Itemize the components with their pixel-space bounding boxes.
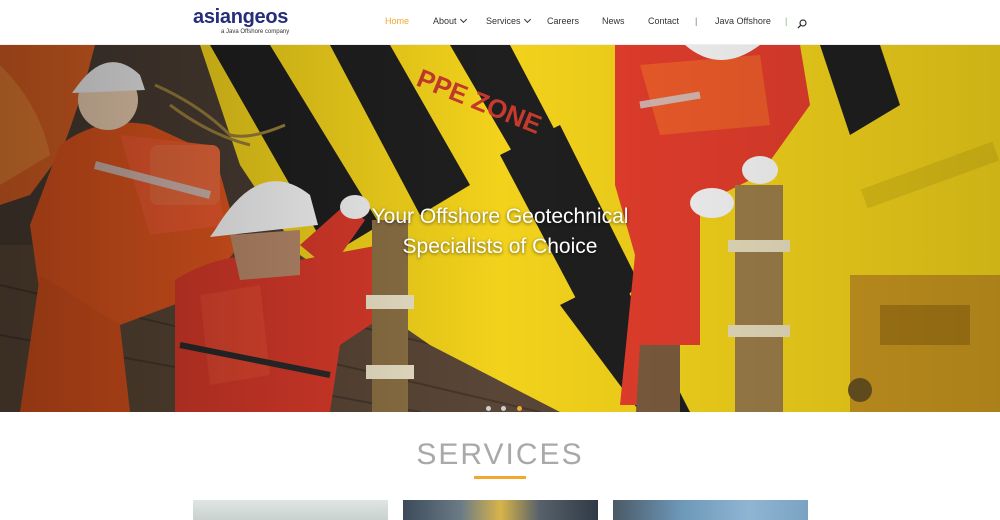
slider-pagination	[486, 398, 528, 411]
site-logo[interactable]: asiangeos a Java Offshore company	[193, 6, 303, 40]
nav-services-label: Services	[486, 16, 521, 26]
logo-wordmark: asiangeos	[193, 6, 289, 28]
nav-careers[interactable]: Careers	[547, 16, 579, 26]
nav-home[interactable]: Home	[385, 16, 409, 26]
search-icon[interactable]	[797, 16, 809, 29]
services-underline	[474, 476, 526, 479]
hero-slider[interactable]: PPE ZONE	[0, 45, 1000, 412]
nav-about[interactable]: About	[433, 15, 467, 26]
slider-dot-3[interactable]	[516, 406, 522, 411]
logo-tagline: a Java Offshore company	[221, 29, 290, 35]
nav-separator: |	[785, 16, 788, 26]
nav-about-label: About	[433, 16, 457, 26]
services-heading: SERVICES	[416, 438, 584, 471]
slider-dot-1[interactable]	[486, 406, 491, 411]
nav-separator: |	[695, 16, 698, 26]
hero-headline-line2: Specialists of Choice	[402, 235, 598, 258]
hero-headline-line1: Your Offshore Geotechnical	[371, 205, 629, 228]
nav-java-offshore[interactable]: Java Offshore	[715, 16, 771, 26]
hero-headline: Your Offshore Geotechnical Specialists o…	[0, 202, 1000, 262]
chevron-down-icon	[459, 15, 467, 24]
nav-contact[interactable]: Contact	[648, 16, 679, 26]
service-card-2[interactable]	[403, 500, 598, 520]
service-card-1[interactable]	[193, 500, 388, 520]
nav-news[interactable]: News	[602, 16, 625, 26]
nav-services[interactable]: Services	[486, 15, 531, 26]
chevron-down-icon	[523, 15, 531, 24]
service-card-3[interactable]	[613, 500, 808, 520]
site-header: asiangeos a Java Offshore company Home A…	[0, 0, 1000, 45]
